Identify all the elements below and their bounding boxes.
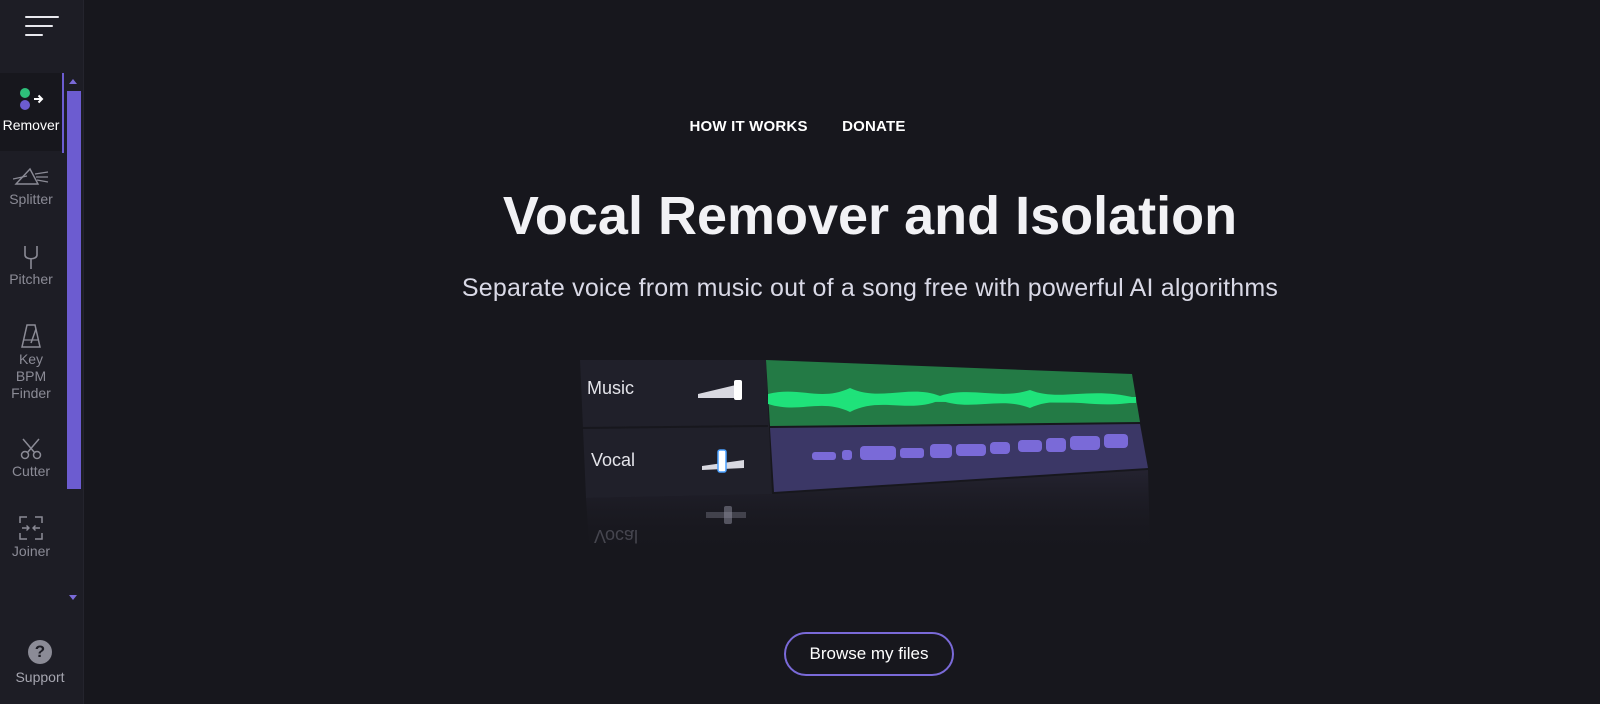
page-subtitle: Separate voice from music out of a song … (461, 274, 1279, 302)
scroll-down-icon[interactable] (69, 595, 77, 600)
sidebar-scrollbar[interactable] (64, 73, 82, 607)
scroll-up-icon[interactable] (69, 79, 77, 84)
page-title: Vocal Remover and Isolation (502, 186, 1238, 246)
tuning-fork-icon (24, 246, 38, 269)
sidebar-item-cutter[interactable]: Cutter (0, 437, 62, 480)
remover-dots-arrow-icon (20, 88, 44, 110)
sidebar: Remover Splitter Pitcher Key BPM Finder … (0, 0, 84, 704)
sidebar-item-label: Joiner (11, 543, 51, 559)
hamburger-icon[interactable] (25, 16, 59, 44)
nav-donate[interactable]: DONATE (842, 118, 905, 135)
support-label: Support (15, 669, 65, 685)
sidebar-item-label: Key BPM Finder (11, 351, 51, 401)
track-label-music: Music (587, 378, 634, 398)
question-icon: ? (28, 640, 52, 664)
music-slider-handle (734, 380, 742, 400)
sidebar-item-joiner[interactable]: Joiner (0, 515, 62, 560)
tool-list: Remover Splitter Pitcher Key BPM Finder … (0, 73, 64, 607)
scissors-icon (20, 438, 42, 460)
sidebar-item-remover[interactable]: Remover (0, 73, 62, 151)
support-button[interactable]: ? Support (0, 640, 80, 685)
browse-files-button[interactable]: Browse my files (784, 632, 954, 676)
metronome-icon (21, 324, 41, 348)
sidebar-item-key-bpm-finder[interactable]: Key BPM Finder (0, 323, 62, 402)
vocal-slider-handle (717, 449, 727, 473)
track-label-reflection: Vocal (594, 526, 638, 546)
sidebar-item-label: Cutter (11, 463, 51, 479)
top-nav: HOW IT WORKS DONATE (0, 118, 1600, 136)
nav-how-it-works[interactable]: HOW IT WORKS (689, 118, 807, 135)
track-mixer-illustration: Music Vocal Vocal (580, 360, 1150, 556)
joiner-icon (19, 516, 43, 540)
track-label-vocal: Vocal (591, 450, 635, 470)
